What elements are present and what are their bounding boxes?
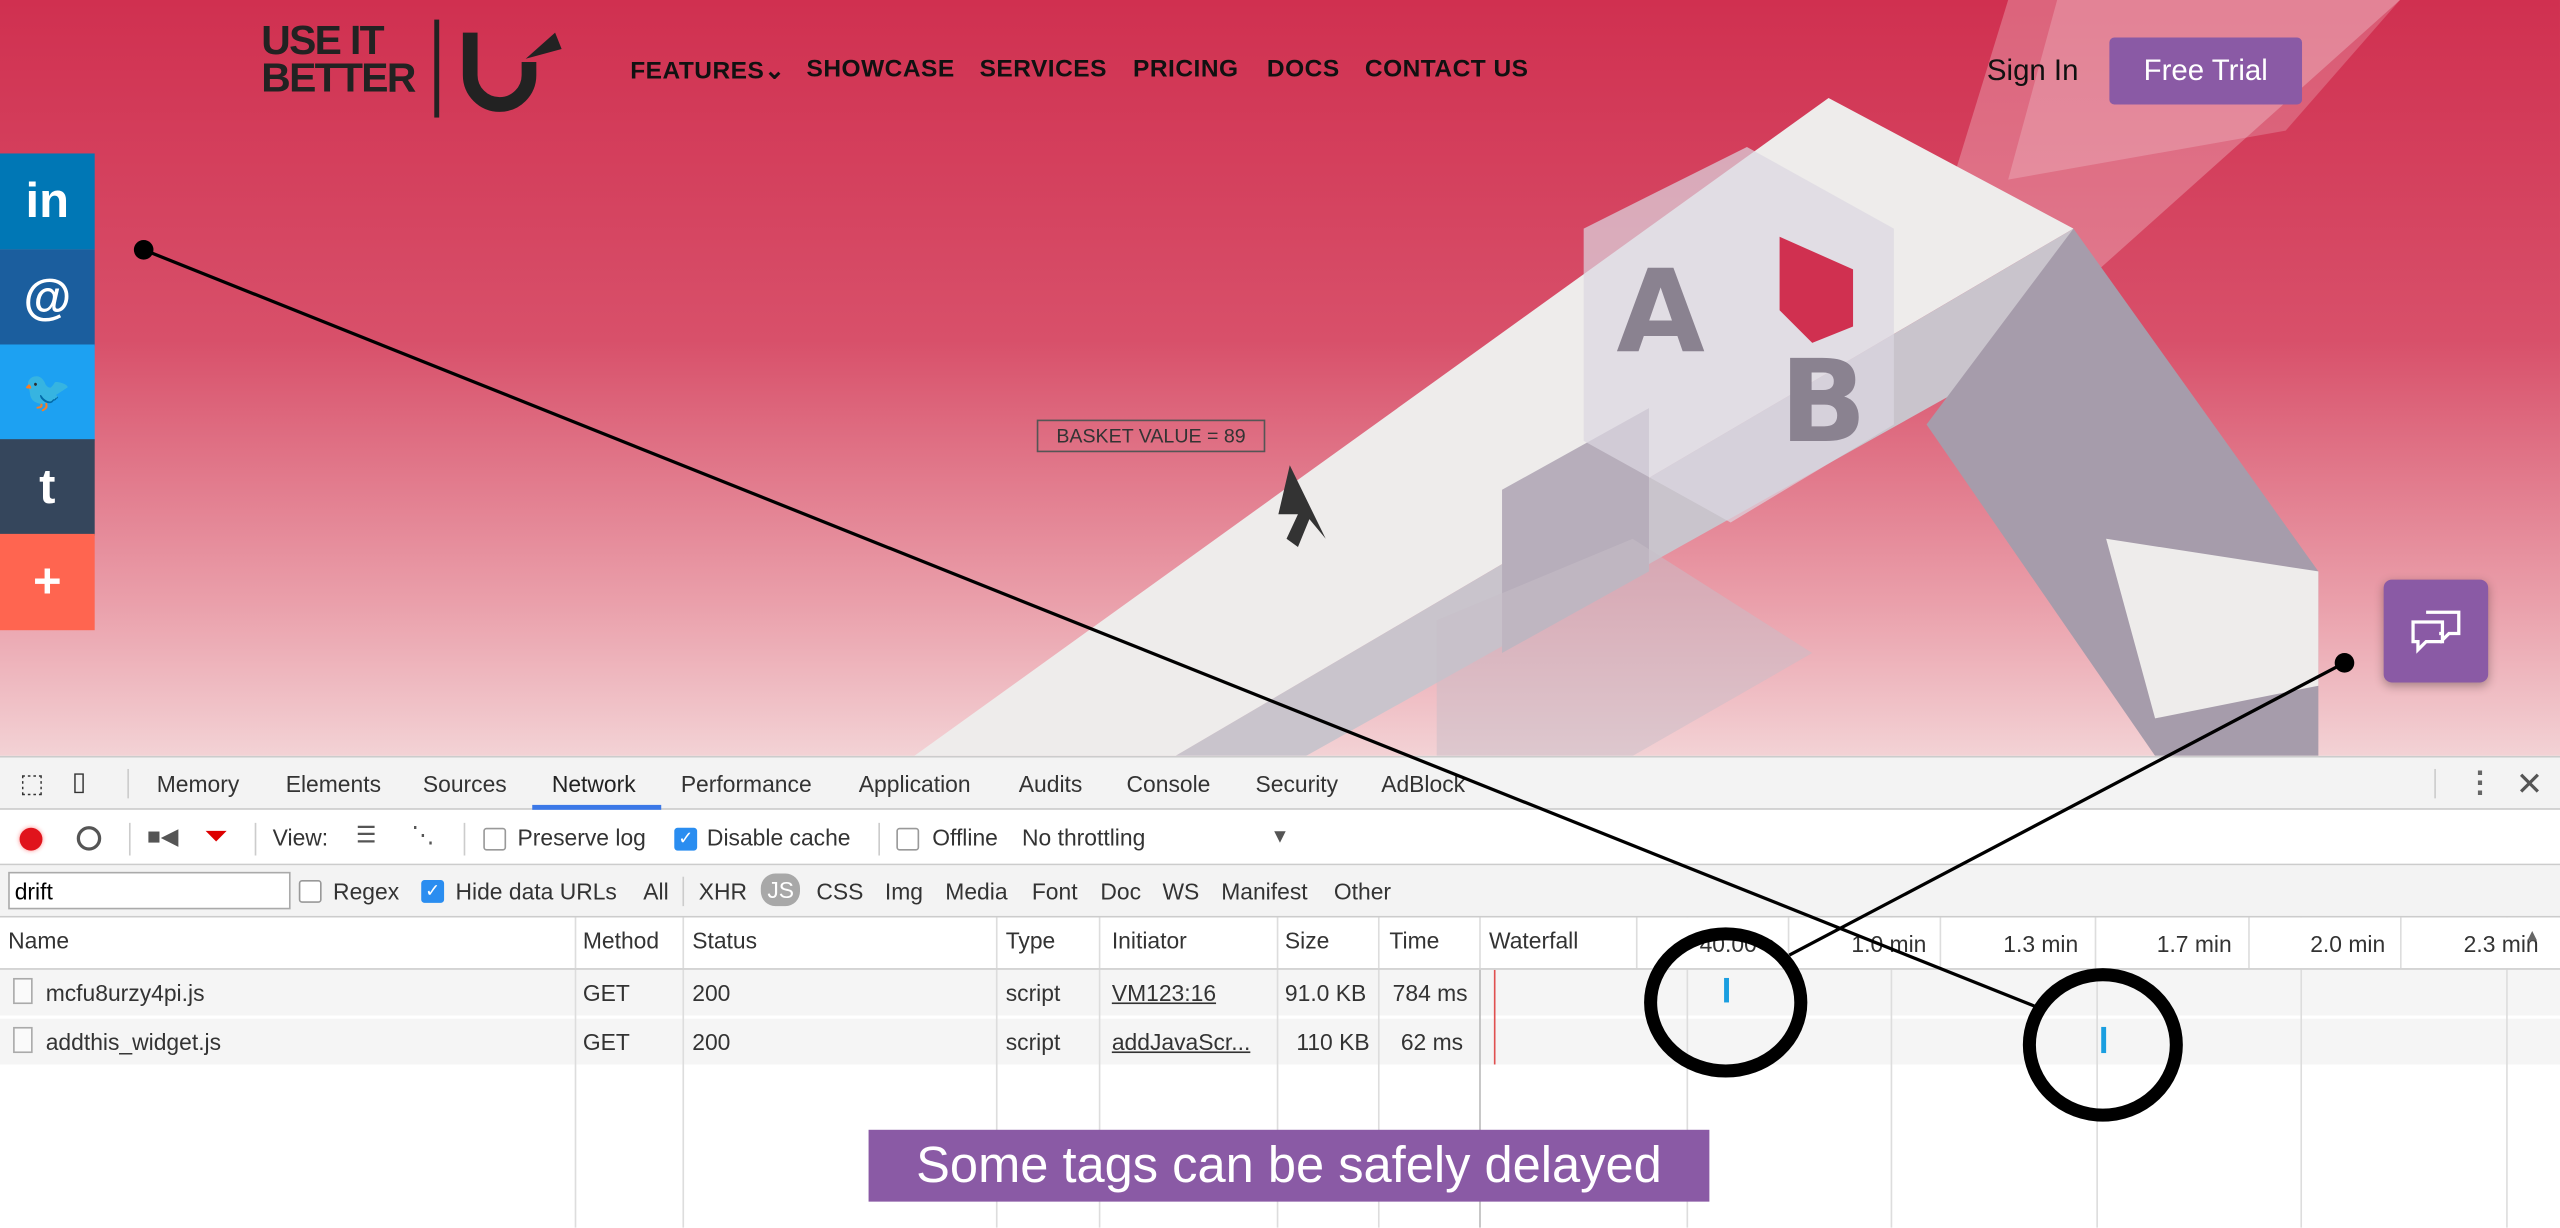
more-options-icon[interactable]: ⋮ (2465, 766, 2494, 800)
view-label: View: (272, 824, 329, 851)
svg-text:B: B (1780, 335, 1867, 468)
nav-showcase[interactable]: SHOWCASE (807, 56, 955, 84)
network-toolbar: ■◀ ⏷ View: ☰ ⋱ Preserve log ✓ Disable ca… (0, 811, 2560, 866)
disable-cache-checkbox[interactable]: ✓ (674, 827, 698, 851)
filter-css[interactable]: CSS (816, 878, 863, 904)
nav-pricing[interactable]: PRICING (1133, 56, 1238, 84)
filter-xhr[interactable]: XHR (699, 878, 747, 904)
close-icon[interactable]: ✕ (2516, 764, 2543, 805)
column-size[interactable]: Size (1285, 927, 1329, 953)
basket-value-label: BASKET VALUE = 89 (1036, 419, 1266, 453)
hide-data-urls-label: Hide data URLs (455, 878, 617, 905)
nav-services[interactable]: SERVICES (980, 56, 1107, 84)
preserve-log-checkbox[interactable] (483, 827, 507, 851)
website-hero: A B USE IT BETTER FEATURES⌄ SHOWCASE SERV… (0, 0, 2560, 756)
filter-manifest[interactable]: Manifest (1221, 878, 1307, 904)
logo-divider (434, 19, 440, 118)
chat-icon (2411, 609, 2461, 653)
chat-button[interactable] (2383, 579, 2489, 683)
filter-icon[interactable]: ⏷ (204, 820, 228, 854)
offline-label: Offline (932, 824, 998, 851)
free-trial-button[interactable]: Free Trial (2109, 37, 2303, 105)
nav-contact-us[interactable]: CONTACT US (1365, 56, 1529, 84)
waterfall-tick: 1.7 min (2156, 930, 2232, 957)
isometric-illustration: A B (914, 0, 2400, 756)
tab-application[interactable]: Application (859, 771, 971, 797)
filter-doc[interactable]: Doc (1100, 878, 1141, 904)
load-marker (1493, 969, 1496, 1065)
devtools-tab-bar: ⬚ ▯ Memory Elements Sources Network Perf… (0, 755, 2560, 810)
twitter-icon[interactable]: 🐦 (0, 344, 95, 441)
sort-ascending-icon[interactable]: ▲ (2524, 927, 2540, 945)
column-method[interactable]: Method (583, 927, 659, 953)
tab-sources[interactable]: Sources (423, 771, 507, 797)
regex-label: Regex (333, 878, 400, 905)
file-icon (13, 1026, 33, 1054)
logo[interactable]: USE IT BETTER (261, 20, 416, 98)
tab-memory[interactable]: Memory (157, 771, 240, 797)
email-icon[interactable]: @ (0, 249, 95, 347)
svg-text:A: A (1616, 245, 1704, 378)
throttling-select[interactable]: No throttling (1022, 824, 1145, 850)
record-icon[interactable] (19, 827, 43, 851)
table-row[interactable]: addthis_widget.js GET 200 script addJava… (0, 1018, 2560, 1065)
column-type[interactable]: Type (1006, 927, 1056, 953)
regex-checkbox[interactable] (298, 879, 322, 903)
filter-media[interactable]: Media (945, 878, 1007, 904)
clear-icon[interactable] (76, 826, 102, 851)
file-icon (13, 977, 33, 1005)
tab-audits[interactable]: Audits (1019, 771, 1083, 797)
hide-data-urls-checkbox[interactable]: ✓ (421, 879, 445, 903)
column-name[interactable]: Name (8, 927, 69, 953)
filter-input[interactable] (8, 871, 291, 910)
table-header: Name Method Status Type Initiator Size T… (0, 917, 2560, 970)
offline-checkbox[interactable] (896, 827, 920, 851)
disable-cache-label: Disable cache (706, 824, 851, 851)
tab-elements[interactable]: Elements (286, 771, 381, 797)
inspect-element-icon[interactable]: ⬚ (20, 767, 45, 800)
filter-other[interactable]: Other (1334, 878, 1391, 904)
initiator-link[interactable]: VM123:16 (1112, 980, 1216, 1006)
filter-all[interactable]: All (643, 878, 668, 904)
waterfall-tick: 40.00 s (1699, 930, 1775, 957)
filter-img[interactable]: Img (885, 878, 923, 904)
sign-in-link[interactable]: Sign In (1987, 54, 2079, 88)
nav-docs[interactable]: DOCS (1267, 56, 1340, 84)
caption-banner: Some tags can be safely delayed (868, 1129, 1710, 1202)
waterfall-bar (1724, 977, 1729, 1003)
column-waterfall[interactable]: Waterfall (1489, 927, 1578, 953)
large-rows-icon[interactable]: ☰ (356, 821, 377, 849)
tab-console[interactable]: Console (1127, 771, 1211, 797)
tab-security[interactable]: Security (1256, 771, 1339, 797)
tab-adblock[interactable]: AdBlock (1381, 771, 1465, 797)
active-tab-indicator (532, 804, 662, 810)
tab-network[interactable]: Network (552, 771, 636, 797)
logo-u-mark (462, 32, 562, 112)
filter-bar: Regex ✓ Hide data URLs All XHR JS CSS Im… (0, 865, 2560, 918)
chevron-down-icon[interactable]: ▼ (1270, 824, 1289, 847)
waterfall-tick: 1.0 min (1851, 930, 1927, 957)
linkedin-icon[interactable]: in (0, 153, 95, 250)
column-initiator[interactable]: Initiator (1112, 927, 1187, 953)
initiator-link[interactable]: addJavaScr... (1112, 1029, 1250, 1055)
screenshot-camera-icon[interactable]: ■◀ (147, 823, 178, 851)
filter-ws[interactable]: WS (1162, 878, 1199, 904)
filter-font[interactable]: Font (1032, 878, 1078, 904)
device-toolbar-icon[interactable]: ▯ (72, 766, 86, 799)
column-status[interactable]: Status (692, 927, 757, 953)
waterfall-tick: 2.0 min (2310, 930, 2386, 957)
nav-features[interactable]: FEATURES⌄ (630, 56, 785, 85)
tab-performance[interactable]: Performance (681, 771, 812, 797)
overview-icon[interactable]: ⋱ (411, 821, 434, 849)
plus-icon[interactable]: + (0, 533, 95, 631)
preserve-log-label: Preserve log (517, 824, 646, 851)
tumblr-icon[interactable]: t (0, 439, 95, 536)
table-row[interactable]: mcfu8urzy4pi.js GET 200 script VM123:16 … (0, 969, 2560, 1016)
waterfall-bar (2101, 1026, 2107, 1054)
filter-js[interactable]: JS (760, 873, 801, 907)
column-time[interactable]: Time (1389, 927, 1439, 953)
waterfall-tick: 1.3 min (2003, 930, 2079, 957)
